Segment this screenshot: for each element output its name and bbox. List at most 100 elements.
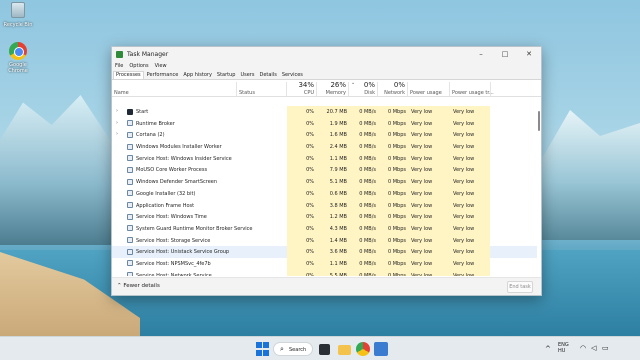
menu-view[interactable]: View: [155, 63, 167, 69]
process-icon: [127, 143, 133, 150]
search-box[interactable]: ⌕ Search: [273, 342, 313, 356]
power-trend-value: Very low: [453, 190, 475, 197]
end-task-button[interactable]: End task: [507, 281, 533, 293]
process-icon: [127, 248, 133, 255]
tab-app-history[interactable]: App history: [181, 72, 214, 79]
menu-file[interactable]: File: [115, 63, 123, 69]
tab-details[interactable]: Details: [257, 72, 278, 79]
process-name: Service Host: Windows Time: [136, 214, 207, 221]
start-button[interactable]: [256, 342, 270, 356]
volume-icon[interactable]: ◁: [591, 344, 596, 352]
process-row[interactable]: MoUSO Core Worker Process 0% 7.9 MB 0 MB/s 0…: [112, 164, 537, 177]
disk-total: 0%: [363, 81, 375, 89]
network-value: 0 Mbps: [387, 190, 406, 197]
column-separator[interactable]: [449, 82, 450, 96]
chevron-right-icon[interactable]: ›: [116, 131, 118, 137]
column-status[interactable]: Status: [239, 90, 255, 96]
network-value: 0 Mbps: [387, 144, 406, 151]
process-name: Service Host: NPSMSvc_4fe7b: [136, 260, 211, 267]
chevron-up-icon[interactable]: ^: [545, 345, 551, 353]
tab-processes[interactable]: Processes: [113, 71, 144, 79]
tab-bar: Processes Performance App history Startu…: [112, 71, 541, 80]
power-value: Very low: [411, 109, 433, 115]
column-power-usage-trend[interactable]: Power usage tr...: [452, 90, 494, 96]
cpu-value: 0%: [306, 237, 314, 244]
power-trend-value: Very low: [453, 132, 475, 139]
process-row[interactable]: › Cortana (2) 0% 1.6 MB 0 MB/s 0 Mbps Very low…: [112, 129, 537, 142]
tab-performance[interactable]: Performance: [145, 72, 181, 79]
task-view-icon[interactable]: [319, 344, 330, 355]
memory-value: 7.9 MB: [329, 167, 347, 174]
power-trend-value: Very low: [453, 202, 475, 209]
process-row[interactable]: Service Host: Storage Service 0% 1.4 MB 0 M…: [112, 234, 537, 247]
column-separator[interactable]: [490, 82, 491, 96]
minimize-button[interactable]: –: [469, 47, 493, 61]
process-row[interactable]: › Runtime Broker 0% 1.9 MB 0 MB/s 0 Mbps Very …: [112, 117, 537, 130]
tab-users[interactable]: Users: [238, 72, 256, 79]
fewer-details-label: Fewer details: [123, 283, 160, 289]
search-icon: ⌕: [280, 345, 284, 353]
column-separator[interactable]: [286, 82, 287, 96]
disk-value: 0 MB/s: [359, 144, 376, 151]
tab-startup[interactable]: Startup: [215, 72, 238, 79]
task-manager-icon[interactable]: [374, 342, 388, 356]
process-row[interactable]: Service Host: Unistack Service Group 0% 3.…: [112, 246, 537, 258]
search-label: Search: [289, 346, 307, 353]
network-value: 0 Mbps: [387, 155, 406, 162]
column-separator[interactable]: [407, 82, 408, 96]
process-row[interactable]: Service Host: NPSMSvc_4fe7b 0% 1.1 MB 0 MB/…: [112, 257, 537, 270]
wifi-icon[interactable]: ◠: [580, 344, 586, 352]
process-icon: [127, 272, 133, 276]
fewer-details-button[interactable]: ⌃ Fewer details: [117, 283, 160, 289]
cpu-value: 0%: [306, 144, 314, 151]
window-title: Task Manager: [127, 50, 169, 58]
process-icon: [127, 225, 133, 232]
vertical-scrollbar-thumb[interactable]: [538, 111, 540, 131]
file-explorer-icon[interactable]: [338, 345, 351, 355]
process-icon: [127, 213, 133, 220]
process-row[interactable]: Windows Defender SmartScreen 0% 5.1 MB 0 MB…: [112, 176, 537, 188]
process-row[interactable]: Service Host: Network Service 0% 5.5 MB 0 M…: [112, 269, 537, 276]
process-icon: [127, 155, 133, 162]
wallpaper-mountain-right: [540, 110, 640, 240]
chevron-right-icon[interactable]: ›: [116, 108, 118, 114]
close-button[interactable]: ✕: [517, 47, 541, 61]
network-value: 0 Mbps: [387, 225, 406, 232]
process-row[interactable]: Google Installer (32 bit) 0% 0.6 MB 0 MB/s 0…: [112, 187, 537, 200]
power-trend-value: Very low: [453, 167, 475, 174]
language-indicator[interactable]: ENG HU: [558, 342, 569, 354]
battery-icon[interactable]: ▭: [602, 344, 609, 352]
network-value: 0 Mbps: [387, 109, 406, 115]
desktop-icon-recycle-bin[interactable]: Recycle Bin: [2, 2, 34, 28]
column-name[interactable]: Name: [114, 90, 129, 96]
process-row[interactable]: Service Host: Windows Time 0% 1.2 MB 0 MB/s…: [112, 211, 537, 223]
menu-options[interactable]: Options: [129, 63, 148, 69]
process-row[interactable]: Windows Modules Installer Worker 0% 2.4 MB…: [112, 141, 537, 153]
process-row[interactable]: System Guard Runtime Monitor Broker Serv…: [112, 222, 537, 235]
column-network[interactable]: Network: [377, 90, 405, 96]
column-cpu[interactable]: CPU: [288, 90, 314, 96]
disk-value: 0 MB/s: [359, 109, 376, 115]
chrome-icon[interactable]: [356, 342, 370, 356]
desktop-icon-chrome[interactable]: Google Chrome: [2, 42, 34, 74]
cpu-value: 0%: [306, 109, 314, 115]
title-bar[interactable]: Task Manager – □ ✕: [112, 47, 541, 61]
column-disk[interactable]: Disk: [348, 90, 375, 96]
column-memory[interactable]: Memory: [316, 90, 346, 96]
process-row[interactable]: Application Frame Host 0% 3.8 MB 0 MB/s 0 Mb…: [112, 199, 537, 212]
power-trend-value: Very low: [453, 214, 475, 221]
disk-value: 0 MB/s: [359, 260, 376, 267]
network-value: 0 Mbps: [387, 260, 406, 267]
process-row[interactable]: › Start 0% 20.7 MB 0 MB/s 0 Mbps Very low Very …: [112, 106, 537, 118]
power-trend-value: Very low: [453, 120, 475, 127]
process-name: Service Host: Storage Service: [136, 237, 211, 244]
column-separator[interactable]: [236, 82, 237, 96]
power-value: Very low: [411, 249, 433, 256]
maximize-button[interactable]: □: [493, 47, 517, 61]
column-power-usage[interactable]: Power usage: [410, 90, 442, 96]
chevron-right-icon[interactable]: ›: [116, 120, 118, 126]
tab-services[interactable]: Services: [280, 72, 305, 79]
process-row[interactable]: Service Host: Windows Insider Service 0% 1…: [112, 152, 537, 165]
process-list[interactable]: › Start 0% 20.7 MB 0 MB/s 0 Mbps Very low Very …: [112, 106, 537, 276]
recycle-bin-icon: [11, 2, 25, 18]
